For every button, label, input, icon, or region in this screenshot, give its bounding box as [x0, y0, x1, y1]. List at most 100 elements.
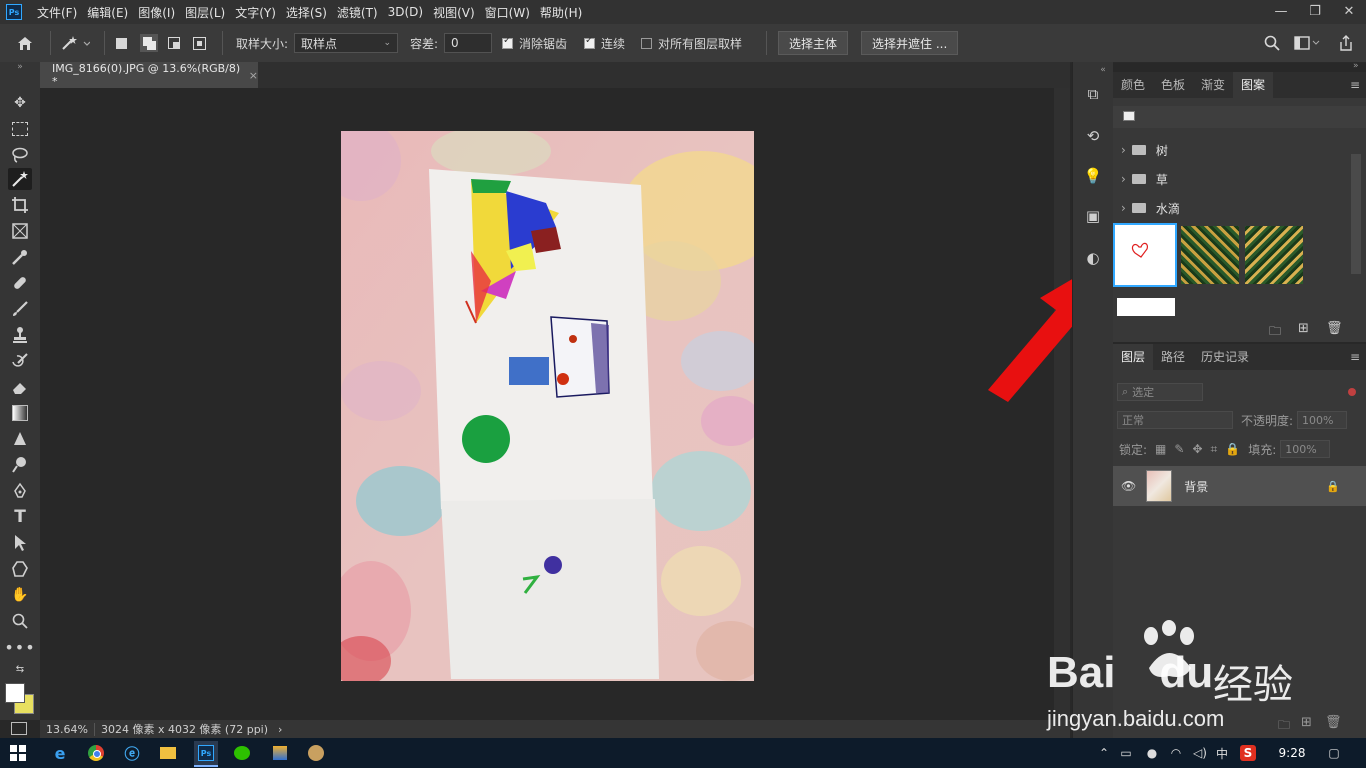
crop-tool-icon[interactable]: [8, 194, 32, 216]
clock-time[interactable]: 9:28: [1272, 743, 1312, 763]
document-tab[interactable]: IMG_8166(0).JPG @ 13.6%(RGB/8) * ×: [40, 62, 258, 88]
app-icon-2[interactable]: [306, 743, 326, 763]
shape-tool-icon[interactable]: [8, 558, 32, 580]
adjustments-panel-icon[interactable]: ◐: [1083, 248, 1103, 268]
menu-select[interactable]: 选择(S): [281, 4, 332, 21]
lock-transparent-icon[interactable]: ▦: [1155, 442, 1166, 456]
lock-all-icon[interactable]: 🔒: [1225, 442, 1240, 456]
menu-file[interactable]: 文件(F): [32, 4, 82, 21]
tray-volume-icon[interactable]: ◁): [1190, 743, 1210, 763]
menu-filter[interactable]: 滤镜(T): [332, 4, 383, 21]
tray-wifi-icon[interactable]: ◠: [1166, 743, 1186, 763]
pattern-folder-water[interactable]: › 水滴: [1113, 194, 1349, 222]
tray-device-icon[interactable]: ▭: [1116, 743, 1136, 763]
zoom-level[interactable]: 13.64%: [40, 722, 95, 736]
more-tools-icon[interactable]: •••: [4, 636, 34, 658]
lock-position-icon[interactable]: ✥: [1192, 442, 1202, 456]
notification-icon[interactable]: ▢: [1324, 743, 1344, 763]
workspace-icon[interactable]: [1294, 24, 1320, 62]
tab-layers[interactable]: 图层: [1113, 344, 1154, 370]
tab-history[interactable]: 历史记录: [1193, 344, 1257, 370]
move-tool-icon[interactable]: ✥: [8, 92, 32, 114]
contiguous-checkbox[interactable]: 连续: [584, 24, 625, 62]
quick-mask-icon[interactable]: [11, 722, 27, 735]
pen-tool-icon[interactable]: [8, 480, 32, 502]
search-icon[interactable]: [1264, 24, 1280, 62]
wechat-icon[interactable]: [232, 743, 252, 763]
hand-tool-icon[interactable]: ✋: [8, 584, 32, 606]
history-panel-icon[interactable]: ⟲: [1083, 126, 1103, 146]
swap-colors-icon[interactable]: ⇆: [8, 662, 32, 676]
menu-edit[interactable]: 编辑(E): [82, 4, 133, 21]
new-folder-icon[interactable]: 🗀: [1269, 322, 1281, 343]
gradient-tool-icon[interactable]: [8, 402, 32, 424]
status-arrow-icon[interactable]: ›: [274, 723, 286, 736]
filter-toggle-icon[interactable]: [1348, 388, 1356, 396]
layer-name[interactable]: 背景: [1184, 478, 1208, 495]
pattern-folder-tree[interactable]: › 树: [1113, 136, 1349, 164]
blur-tool-icon[interactable]: [8, 428, 32, 450]
select-subject-button[interactable]: 选择主体: [778, 31, 849, 55]
chrome-icon[interactable]: [86, 743, 106, 763]
pattern-scrollbar[interactable]: [1351, 154, 1361, 274]
eraser-tool-icon[interactable]: [8, 376, 32, 398]
layer-filter-select[interactable]: ⌕ 选定: [1117, 383, 1203, 401]
restore-icon[interactable]: ❐: [1298, 0, 1332, 24]
blend-mode-select[interactable]: 正常: [1117, 411, 1233, 429]
pattern-search-bar[interactable]: [1113, 106, 1366, 128]
minimize-icon[interactable]: —: [1264, 0, 1298, 24]
libraries-panel-icon[interactable]: ▣: [1083, 206, 1103, 226]
opacity-input[interactable]: 100%: [1297, 411, 1348, 429]
magic-wand-tool-icon[interactable]: [8, 168, 32, 190]
zoom-tool-icon[interactable]: [8, 610, 32, 632]
lasso-tool-icon[interactable]: [8, 144, 32, 166]
layer-row-background[interactable]: 👁 背景 🔒: [1113, 466, 1366, 506]
subtract-selection-icon[interactable]: [168, 24, 180, 62]
tolerance-input[interactable]: 0: [444, 33, 492, 53]
pattern-thumb-heart[interactable]: [1113, 223, 1177, 287]
dodge-tool-icon[interactable]: [8, 454, 32, 476]
lock-pixels-icon[interactable]: ✎: [1174, 442, 1184, 456]
healing-brush-tool-icon[interactable]: [8, 272, 32, 294]
document-image[interactable]: [341, 131, 754, 681]
clone-stamp-tool-icon[interactable]: [8, 324, 32, 346]
intersect-selection-icon[interactable]: [193, 24, 206, 62]
new-selection-icon[interactable]: [116, 24, 127, 62]
eyedropper-tool-icon[interactable]: [8, 246, 32, 268]
frame-tool-icon[interactable]: [8, 220, 32, 242]
learn-panel-icon[interactable]: 💡: [1083, 166, 1103, 186]
edge-icon[interactable]: ⓔ: [122, 743, 142, 763]
share-icon[interactable]: [1338, 24, 1354, 62]
pattern-thumb-grass-1[interactable]: [1181, 226, 1239, 284]
foreground-color-swatch[interactable]: [5, 683, 25, 703]
panel-menu-icon[interactable]: ≡: [1350, 72, 1360, 98]
delete-icon[interactable]: 🗑: [1326, 321, 1343, 336]
sample-size-select[interactable]: 取样点 ⌄: [294, 33, 398, 53]
panel-menu-icon[interactable]: ≡: [1350, 344, 1360, 370]
brush-tool-icon[interactable]: [8, 298, 32, 320]
add-selection-icon[interactable]: [140, 24, 158, 62]
pattern-folder-grass[interactable]: › 草: [1113, 165, 1349, 193]
menu-type[interactable]: 文字(Y): [230, 4, 281, 21]
menu-window[interactable]: 窗口(W): [480, 4, 535, 21]
photoshop-taskbar-icon[interactable]: Ps: [194, 741, 218, 767]
magic-wand-preset-icon[interactable]: [60, 24, 90, 62]
tab-gradients[interactable]: 渐变: [1193, 72, 1233, 98]
app-icon[interactable]: [270, 743, 290, 763]
tray-expand-icon[interactable]: ⌃: [1094, 743, 1114, 763]
ime-indicator[interactable]: 中: [1212, 743, 1232, 763]
tray-qq-icon[interactable]: ●: [1142, 743, 1162, 763]
path-selection-tool-icon[interactable]: [8, 532, 32, 554]
tab-swatches[interactable]: 色板: [1153, 72, 1193, 98]
menu-layer[interactable]: 图层(L): [180, 4, 230, 21]
menu-view[interactable]: 视图(V): [428, 4, 480, 21]
file-explorer-icon[interactable]: [158, 743, 178, 763]
type-tool-icon[interactable]: T: [8, 506, 32, 528]
menu-image[interactable]: 图像(I): [133, 4, 180, 21]
fill-input[interactable]: 100%: [1280, 440, 1331, 458]
antialias-checkbox[interactable]: 消除锯齿: [502, 24, 567, 62]
all-layers-checkbox[interactable]: 对所有图层取样: [641, 24, 742, 62]
home-icon[interactable]: [16, 24, 34, 62]
windows-start-icon[interactable]: [8, 743, 28, 763]
collapse-toolbar-icon[interactable]: »: [8, 62, 32, 72]
